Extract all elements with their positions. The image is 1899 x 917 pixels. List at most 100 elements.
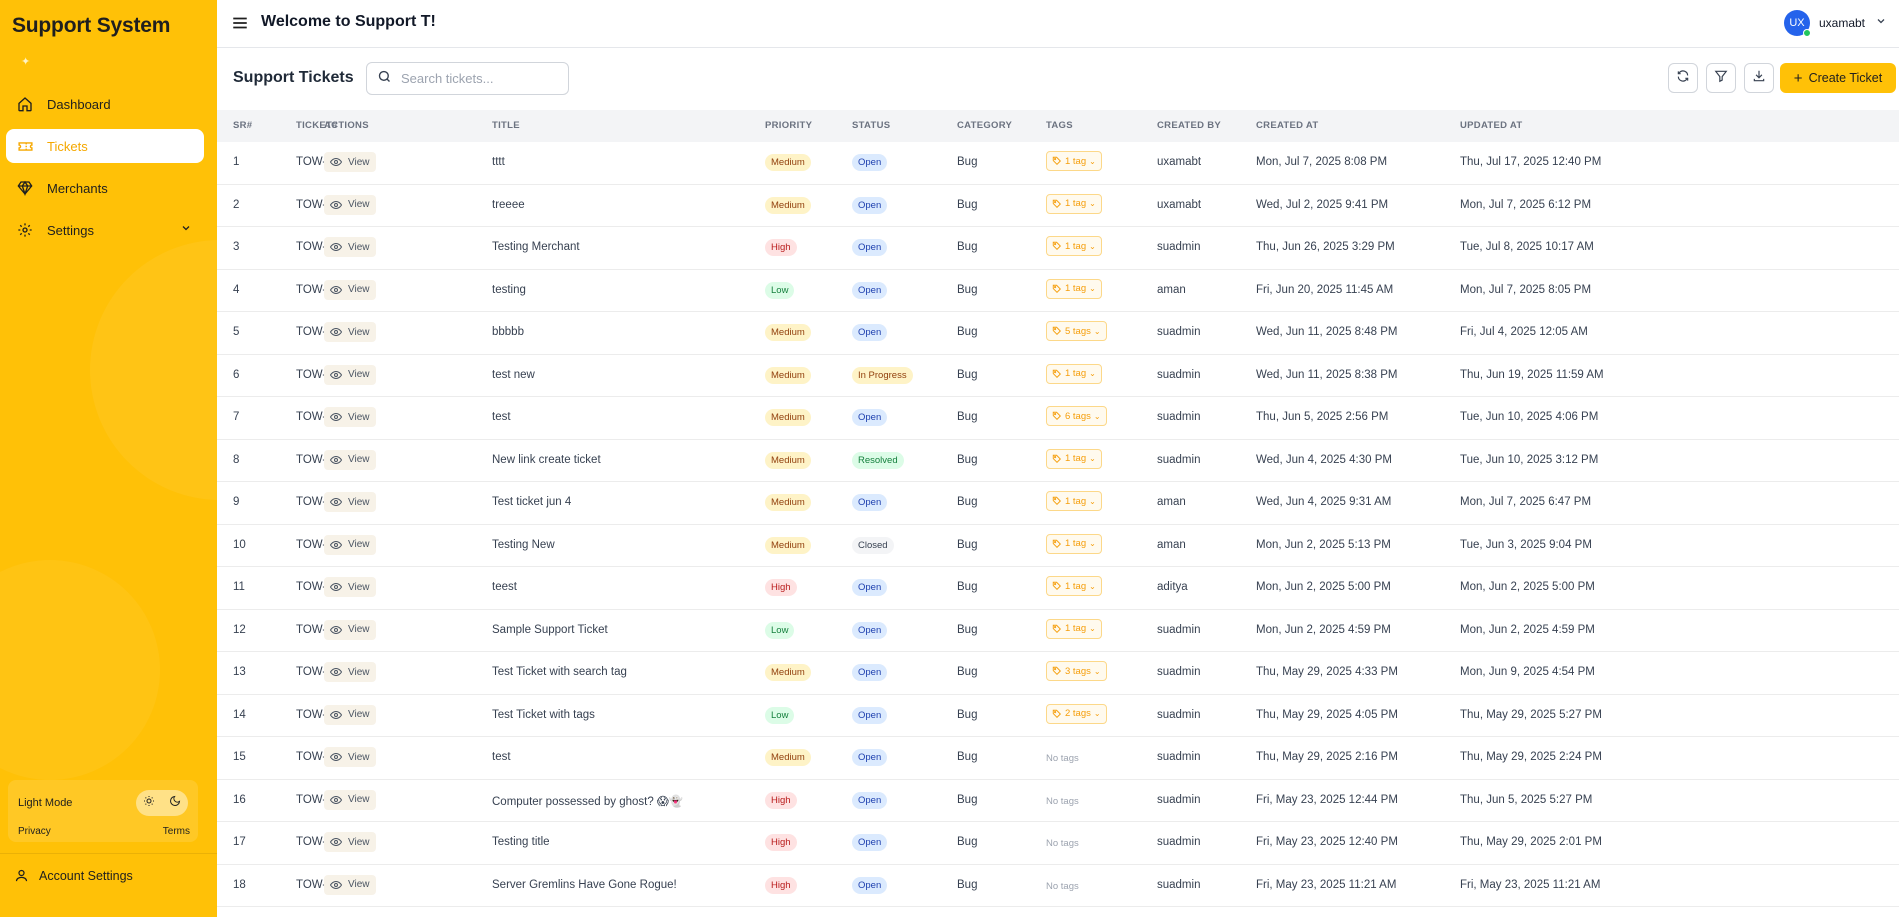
status-badge: Open (852, 791, 888, 809)
table-row[interactable]: 3 TOW-24 View Testing Merchant High Open Bug 1 … (217, 227, 1899, 270)
table-row[interactable]: 5 TOW-22 View bbbbb Medium Open Bug 5 tags ⌄ suad… (217, 312, 1899, 355)
tags-count: 6 tags (1065, 410, 1091, 422)
view-button[interactable]: View (324, 662, 376, 682)
table-row[interactable]: 4 TOW-23 View testing Low Open Bug 1 tag ⌄ aman Fr… (217, 270, 1899, 312)
tags-dropdown[interactable]: 1 tag ⌄ (1046, 448, 1102, 469)
sr-cell: 9 (233, 496, 240, 508)
updated-at-cell: Tue, Jun 10, 2025 3:12 PM (1460, 453, 1599, 466)
priority-badge: Medium (765, 196, 811, 214)
tags-dropdown[interactable]: 1 tag ⌄ (1046, 151, 1102, 171)
table-row[interactable]: 9 TOW-18 View Test ticket jun 4 Medium Open Bu… (217, 482, 1899, 525)
view-button[interactable]: View (324, 704, 376, 725)
table-row[interactable]: 6 TOW-21 View test new Medium In Progress Bug 1… (217, 355, 1899, 397)
sparkle-icon: ✦ (21, 56, 31, 68)
updated-at-cell: Thu, Jun 19, 2025 11:59 AM (1460, 368, 1604, 381)
no-tags-label: No tags (1046, 795, 1079, 807)
view-button[interactable]: View (324, 194, 376, 215)
create-ticket-button[interactable]: + Create Ticket (1780, 63, 1896, 93)
view-button[interactable]: View (324, 407, 376, 427)
category-cell: Bug (957, 708, 978, 721)
tags-dropdown[interactable]: 1 tag ⌄ (1046, 533, 1102, 554)
moon-icon[interactable] (169, 794, 181, 812)
privacy-link[interactable]: Privacy (18, 826, 51, 837)
tag-icon (1052, 156, 1062, 166)
tags-dropdown[interactable]: 3 tags ⌄ (1046, 661, 1107, 681)
table-row[interactable]: 12 TOW-15 View Sample Support Ticket Low Open… (217, 610, 1899, 652)
created-at-cell: Wed, Jun 11, 2025 8:48 PM (1256, 326, 1398, 338)
tags-dropdown[interactable]: 2 tags ⌄ (1046, 703, 1107, 724)
table-row[interactable]: 10 TOW-17 View Testing New Medium Closed Bug 1 … (217, 525, 1899, 567)
view-button[interactable]: View (324, 789, 376, 810)
sr-cell: 13 (233, 666, 246, 678)
sidebar-item-merchants[interactable]: Merchants (6, 171, 204, 205)
tags-dropdown[interactable]: 1 tag ⌄ (1046, 236, 1102, 256)
created-by-cell: suadmin (1157, 793, 1201, 806)
view-button[interactable]: View (324, 747, 376, 767)
table-row[interactable]: 15 TOW-12 View test Medium Open Bug No tags suad… (217, 737, 1899, 780)
col-status-header: STATUS (852, 120, 891, 131)
table-row[interactable]: 1 TOW-26 View tttt Medium Open Bug 1 tag ⌄ uxamab… (217, 142, 1899, 185)
menu-icon[interactable] (231, 14, 249, 37)
tags-dropdown[interactable]: 6 tags ⌄ (1046, 406, 1107, 426)
created-by-cell: suadmin (1157, 878, 1201, 891)
chevron-down-icon[interactable] (180, 222, 192, 237)
table-row[interactable]: 7 TOW-20 View test Medium Open Bug 6 tags ⌄ suadm… (217, 397, 1899, 440)
sun-icon[interactable] (143, 794, 155, 812)
table-row[interactable]: 17 TOW-10 View Testing title High Open Bug No t… (217, 822, 1899, 865)
category-cell: Bug (957, 793, 978, 806)
created-at-cell: Wed, Jun 4, 2025 4:30 PM (1256, 453, 1392, 466)
sidebar-item-label: Settings (47, 222, 94, 238)
view-button[interactable]: View (324, 449, 376, 470)
priority-badge: High (765, 579, 797, 596)
updated-at-cell: Mon, Jun 9, 2025 4:54 PM (1460, 666, 1595, 678)
eye-icon (330, 879, 345, 891)
user-menu[interactable]: UX uxamabt (1783, 10, 1887, 37)
filter-button[interactable] (1706, 63, 1736, 93)
view-button[interactable]: View (324, 832, 376, 852)
download-button[interactable] (1744, 63, 1774, 93)
view-button[interactable]: View (324, 492, 376, 512)
table-row[interactable]: 2 TOW-25 View treeee Medium Open Bug 1 tag ⌄ uxam… (217, 185, 1899, 227)
view-button[interactable]: View (324, 874, 376, 895)
chevron-down-icon: ⌄ (1089, 241, 1096, 251)
tags-dropdown[interactable]: 5 tags ⌄ (1046, 321, 1107, 341)
view-button[interactable]: View (324, 237, 376, 257)
plus-icon: + (1793, 69, 1803, 87)
view-button[interactable]: View (324, 322, 376, 342)
created-at-cell: Mon, Jul 7, 2025 8:08 PM (1256, 156, 1388, 168)
view-button[interactable]: View (324, 577, 376, 597)
chevron-down-icon: ⌄ (1089, 156, 1096, 166)
view-button[interactable]: View (324, 279, 376, 300)
pagination (1817, 913, 1897, 917)
table-row[interactable]: 13 TOW-14 View Test Ticket with search tag M… (217, 652, 1899, 695)
view-label: View (348, 666, 370, 678)
theme-toggle[interactable] (136, 790, 188, 816)
sidebar-item-dashboard[interactable]: Dashboard (6, 87, 204, 121)
tags-dropdown[interactable]: 1 tag ⌄ (1046, 576, 1102, 596)
sidebar-item-tickets[interactable]: Tickets (6, 129, 204, 163)
table-row[interactable]: 8 TOW-19 View New link create ticket Medium R… (217, 440, 1899, 482)
view-button[interactable]: View (324, 152, 376, 172)
tags-dropdown[interactable]: 1 tag ⌄ (1046, 618, 1102, 639)
table-row[interactable]: 14 TOW-13 View Test Ticket with tags Low Open… (217, 695, 1899, 737)
table-row[interactable]: 18 TOW-9 View Server Gremlins Have Gone Rog… (217, 865, 1899, 907)
tags-dropdown[interactable]: 1 tag ⌄ (1046, 491, 1102, 511)
refresh-button[interactable] (1668, 63, 1698, 93)
table-row[interactable]: 16 TOW-11 View Computer possessed by ghost?… (217, 780, 1899, 822)
view-button[interactable]: View (324, 364, 376, 385)
updated-at-cell: Tue, Jun 10, 2025 4:06 PM (1460, 411, 1599, 423)
search-input[interactable] (401, 71, 561, 86)
table-row[interactable]: 11 TOW-16 View teest High Open Bug 1 tag ⌄ aditya… (217, 567, 1899, 610)
view-button[interactable]: View (324, 534, 376, 555)
sidebar-item-settings[interactable]: Settings (6, 213, 204, 247)
chevron-down-icon: ⌄ (1089, 369, 1096, 378)
tags-dropdown[interactable]: 1 tag ⌄ (1046, 363, 1102, 384)
view-button[interactable]: View (324, 619, 376, 640)
eye-icon (330, 496, 345, 508)
tags-dropdown[interactable]: 1 tag ⌄ (1046, 278, 1102, 299)
terms-link[interactable]: Terms (163, 826, 190, 837)
priority-badge: Low (765, 281, 795, 299)
tags-dropdown[interactable]: 1 tag ⌄ (1046, 193, 1102, 214)
account-settings-link[interactable]: Account Settings (14, 868, 133, 883)
tags-count: 1 tag (1065, 453, 1087, 464)
